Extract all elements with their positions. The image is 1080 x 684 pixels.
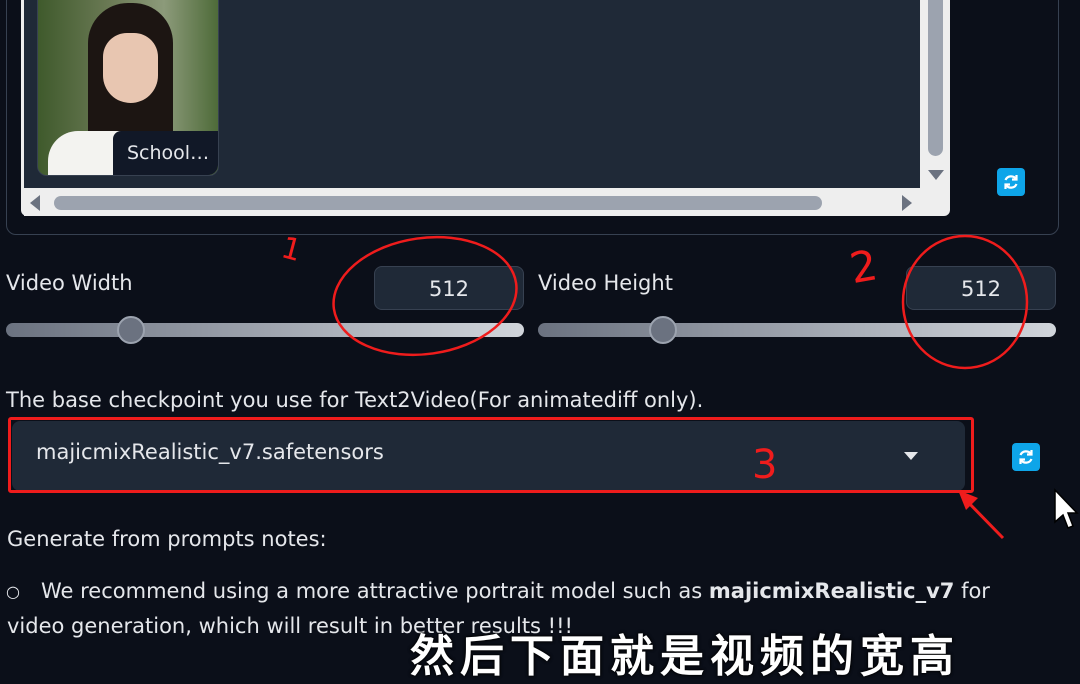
annotation-circle-width (332, 235, 518, 357)
annotation-mark-2: 2 (846, 240, 881, 293)
annotation-arrow-head (958, 490, 978, 510)
annotation-layer: 1 2 3 (278, 230, 1029, 540)
annotation-mark-3: 3 (752, 442, 777, 488)
annotation-circle-height (901, 234, 1029, 370)
mouse-pointer-icon (1054, 488, 1079, 529)
annotation-mark-1: 1 (278, 230, 306, 269)
video-subtitle: 然后下面就是视频的宽高 (410, 631, 960, 682)
